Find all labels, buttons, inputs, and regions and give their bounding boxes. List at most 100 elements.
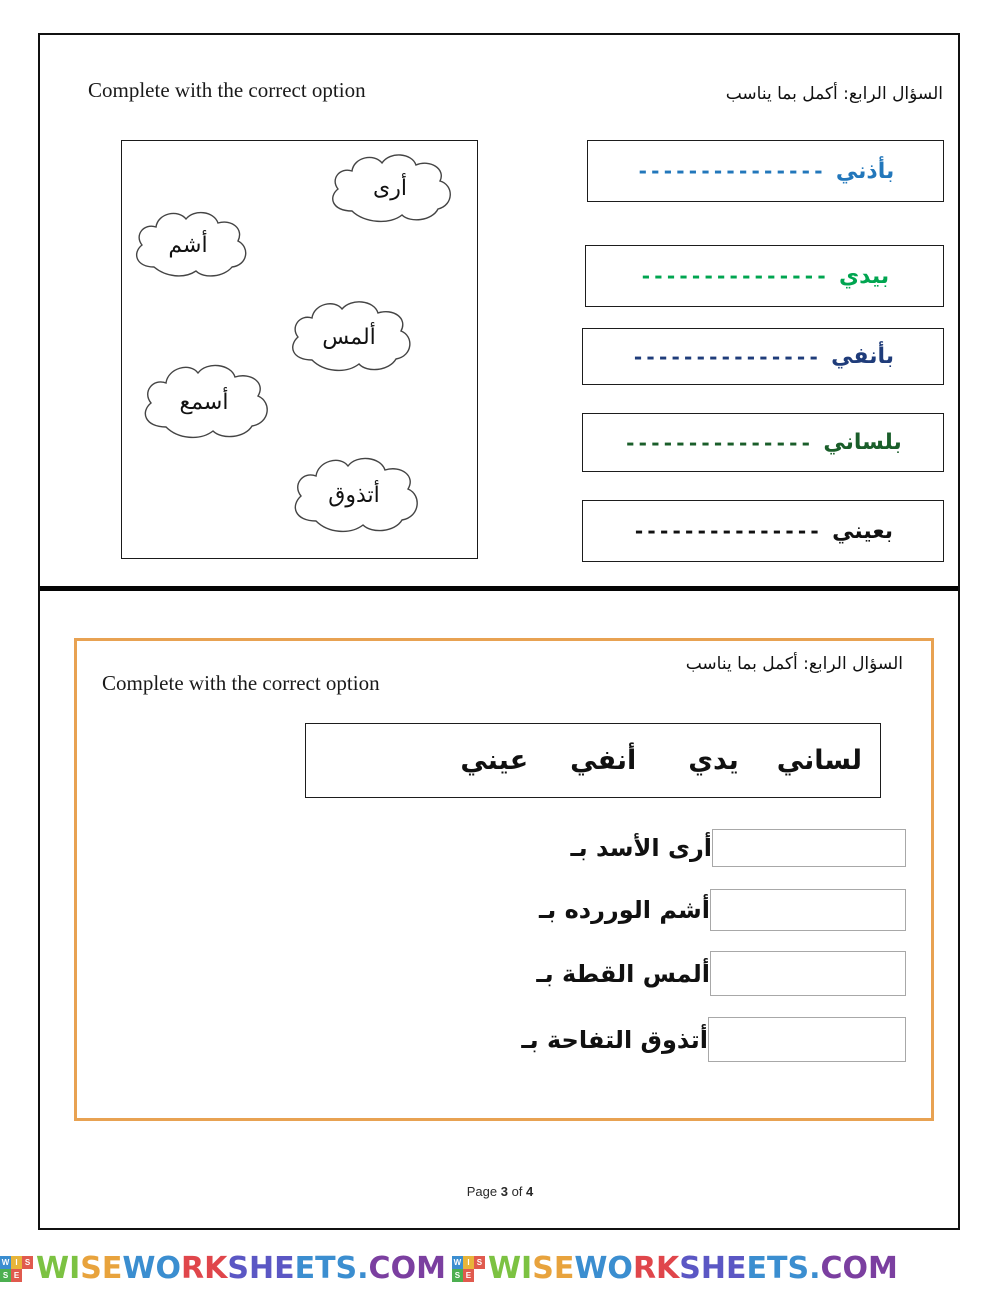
answer-blank-dashes: --------------- xyxy=(632,344,821,369)
sentence-row-4: أتذوق التفاحة بـ xyxy=(521,1017,909,1062)
watermark-letter: . xyxy=(809,1251,821,1286)
cloud-word-4: أسمع xyxy=(134,359,274,445)
bottom-arabic-heading: السؤال الرابع: أكمل بما يناسب xyxy=(685,654,903,674)
watermark-text: WISEWORKSHEETS.COM xyxy=(36,1251,446,1286)
word-bank-item[interactable]: لساني xyxy=(777,745,862,776)
watermark-letter: E xyxy=(746,1251,768,1286)
answer-row-3[interactable]: بأنفي --------------- xyxy=(582,328,944,385)
watermark-letter: . xyxy=(357,1251,369,1286)
watermark-letter: R xyxy=(632,1251,657,1286)
word-bank-item[interactable]: أنفي xyxy=(570,745,636,776)
answer-word: بيدي xyxy=(839,263,890,289)
bottom-exercise-panel: السؤال الرابع: أكمل بما يناسب Complete w… xyxy=(74,638,934,1121)
logo-tile: W xyxy=(0,1255,11,1269)
watermark-letter: O xyxy=(390,1251,417,1286)
sentence-answer-blank[interactable] xyxy=(708,1017,906,1062)
watermark-letter: S xyxy=(80,1251,102,1286)
logo-tile: S xyxy=(473,1255,485,1269)
cloud-word-5: أتذوق xyxy=(284,451,424,539)
sentence-row-1: أرى الأسد بـ xyxy=(570,829,909,867)
watermark-letter: E xyxy=(553,1251,575,1286)
watermark-letter: W xyxy=(36,1251,70,1286)
sentence-answer-blank[interactable] xyxy=(710,951,906,996)
watermark-letter: S xyxy=(679,1251,701,1286)
sentence-answer-blank[interactable] xyxy=(712,829,906,867)
logo-tile: S xyxy=(22,1255,33,1269)
logo-tile: E xyxy=(11,1268,22,1282)
word-bank-item[interactable]: يدي xyxy=(688,745,738,776)
watermark-letter: S xyxy=(532,1251,554,1286)
watermark-letter: O xyxy=(607,1251,633,1286)
answer-blank-dashes: --------------- xyxy=(624,430,813,455)
footer-current-page: 3 xyxy=(500,1184,508,1199)
cloud-word-1: أرى xyxy=(320,149,460,227)
watermark-letter: E xyxy=(101,1251,123,1286)
cloud-word-2: أشم xyxy=(128,207,248,283)
footer-total-pages: 4 xyxy=(526,1184,534,1199)
section-divider xyxy=(40,586,958,591)
cloud-label: ألمس xyxy=(322,324,376,350)
answer-word: بعيني xyxy=(832,518,894,544)
watermark-letter: O xyxy=(842,1251,869,1286)
logo-tile: S xyxy=(0,1268,11,1282)
logo-tile: S xyxy=(451,1268,463,1282)
watermark-letter: E xyxy=(294,1251,316,1286)
watermark-letter: S xyxy=(227,1251,249,1286)
watermark-letter: H xyxy=(248,1251,275,1286)
sentence-row-3: ألمس القطة بـ xyxy=(536,951,909,996)
watermark-banner: WISSE WISEWORKSHEETS.COM WISSE WISEWORKS… xyxy=(0,1246,1000,1291)
watermark-letter: K xyxy=(656,1251,680,1286)
watermark-letter: W xyxy=(122,1251,156,1286)
watermark-letter: O xyxy=(155,1251,181,1286)
answer-word: بأنفي xyxy=(831,344,894,369)
sentence-text: أرى الأسد بـ xyxy=(570,834,712,862)
watermark-letter: S xyxy=(335,1251,358,1286)
watermark-letter: I xyxy=(521,1251,533,1286)
watermark-letter: K xyxy=(204,1251,228,1286)
logo-tile: E xyxy=(462,1268,474,1282)
word-bank-item[interactable]: عيني xyxy=(460,745,528,776)
footer-middle: of xyxy=(507,1184,527,1199)
sentence-text: أتذوق التفاحة بـ xyxy=(521,1025,708,1054)
clouds-panel: أرى أشم ألمس أسمع أتذوق xyxy=(121,140,478,559)
watermark-letter: H xyxy=(700,1251,727,1286)
cloud-label: أشم xyxy=(168,232,208,258)
watermark-unit: WISSE WISEWORKSHEETS.COM xyxy=(0,1251,446,1286)
logo-tile: I xyxy=(462,1255,474,1269)
top-arabic-heading: السؤال الرابع: أكمل بما يناسب xyxy=(725,84,943,104)
watermark-letter: E xyxy=(726,1251,747,1286)
sentence-answer-blank[interactable] xyxy=(710,889,906,931)
answer-blank-dashes: --------------- xyxy=(632,519,822,543)
answer-word: بلساني xyxy=(823,430,902,455)
page-footer: Page 3 of 4 xyxy=(0,1184,1000,1199)
cloud-label: أرى xyxy=(373,175,407,201)
watermark-text: WISEWORKSHEETS.COM xyxy=(488,1251,898,1286)
watermark-letter: M xyxy=(416,1251,446,1286)
watermark-letter: C xyxy=(820,1251,843,1286)
logo-tile xyxy=(473,1268,485,1282)
answer-row-5[interactable]: بعيني --------------- xyxy=(582,500,944,562)
wiseworksheets-logo-icon: WISSE xyxy=(0,1255,33,1282)
answer-row-4[interactable]: بلساني --------------- xyxy=(582,413,944,472)
watermark-letter: R xyxy=(180,1251,205,1286)
sentence-text: أشم الوررده بـ xyxy=(539,896,710,924)
answer-blank-dashes: --------------- xyxy=(636,159,825,183)
footer-prefix: Page xyxy=(466,1184,501,1199)
watermark-letter: W xyxy=(574,1251,608,1286)
watermark-letter: M xyxy=(868,1251,898,1286)
watermark-letter: I xyxy=(69,1251,81,1286)
wiseworksheets-logo-icon: WISSE xyxy=(451,1255,485,1282)
word-bank-box: لساني يدي أنفي عيني xyxy=(305,723,881,798)
answer-row-2[interactable]: بيدي --------------- xyxy=(585,245,944,307)
cloud-label: أسمع xyxy=(179,389,229,415)
watermark-letter: E xyxy=(274,1251,295,1286)
sentence-text: ألمس القطة بـ xyxy=(536,959,710,988)
logo-tile: W xyxy=(451,1255,463,1269)
logo-tile xyxy=(22,1268,33,1282)
bottom-english-heading: Complete with the correct option xyxy=(102,671,380,695)
watermark-letter: T xyxy=(767,1251,788,1286)
answer-row-1[interactable]: بأذني --------------- xyxy=(587,140,944,202)
watermark-unit: WISSE WISEWORKSHEETS.COM xyxy=(451,1251,898,1286)
answer-word: بأذني xyxy=(835,158,895,184)
watermark-letter: W xyxy=(487,1251,522,1286)
